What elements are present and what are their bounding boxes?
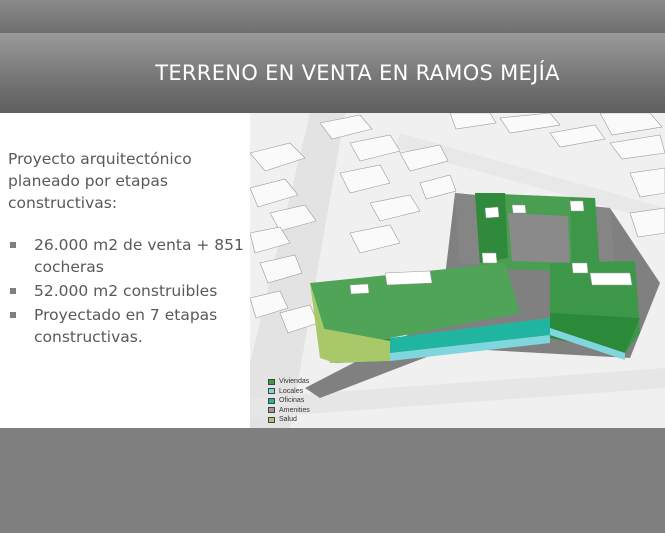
legend-label: Salud: [279, 416, 297, 423]
render-illustration: [250, 113, 665, 428]
bullet-icon: [10, 312, 16, 318]
slide-title: TERRENO EN VENTA EN RAMOS MEJÍA: [0, 33, 665, 113]
bullet-item: Proyectado en 7 etapas constructivas.: [8, 304, 248, 348]
legend-swatch: [268, 407, 275, 414]
intro-text: Proyecto arquitectónico planeado por eta…: [8, 150, 192, 212]
bullet-item: 26.000 m2 de venta + 851 cocheras: [8, 234, 248, 278]
legend-item: Amenities: [268, 406, 310, 416]
legend-label: Locales: [279, 387, 304, 395]
top-band: [0, 0, 665, 33]
legend-label: Oficinas: [279, 397, 305, 404]
legend-swatch: [268, 397, 275, 404]
legend-swatch: [268, 416, 275, 423]
bullet-icon: [10, 242, 16, 248]
bullet-text: 26.000 m2 de venta + 851 cocheras: [34, 236, 244, 276]
bullet-icon: [10, 288, 16, 294]
bullet-text: 52.000 m2 construibles: [34, 282, 218, 300]
legend-item: Salud: [268, 415, 310, 425]
legend-item: Viviendas: [268, 377, 310, 387]
legend-item: Oficinas: [268, 396, 310, 406]
bullet-list: 26.000 m2 de venta + 851 cocheras 52.000…: [8, 234, 248, 348]
slide-title-text: TERRENO EN VENTA EN RAMOS MEJÍA: [155, 61, 560, 85]
render-legend: Viviendas Locales Oficinas Amenities Sal…: [268, 377, 310, 425]
bullet-item: 52.000 m2 construibles: [8, 280, 248, 302]
bullet-text: Proyectado en 7 etapas constructivas.: [34, 306, 218, 346]
legend-label: Viviendas: [279, 378, 310, 385]
architectural-render: [250, 113, 665, 428]
legend-swatch: [268, 388, 275, 395]
legend-label: Amenities: [279, 406, 310, 414]
text-column: Proyecto arquitectónico planeado por eta…: [8, 148, 248, 350]
legend-item: Locales: [268, 387, 310, 397]
legend-swatch: [268, 378, 275, 385]
bottom-band: [0, 428, 665, 533]
